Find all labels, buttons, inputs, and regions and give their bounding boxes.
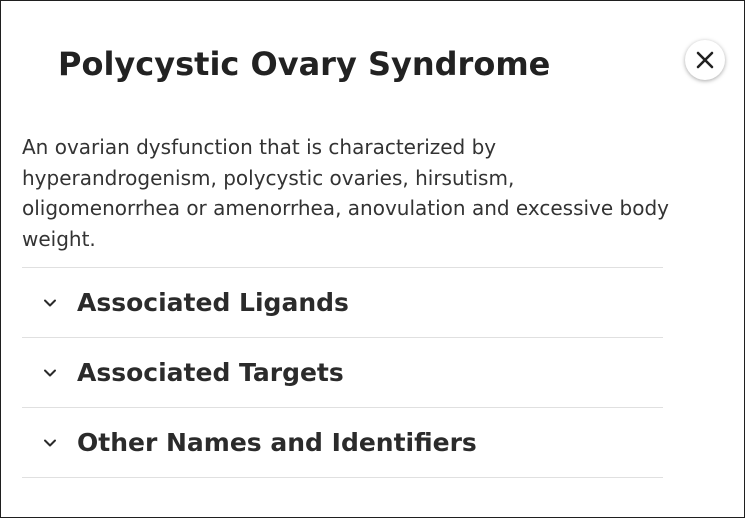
disease-description: An ovarian dysfunction that is character… (22, 135, 670, 251)
disease-details-dialog: Polycystic Ovary Syndrome An ovarian dys… (0, 0, 745, 518)
details-accordion: Associated Ligands Associated Targets Ot… (22, 267, 663, 478)
chevron-down-icon (42, 435, 58, 451)
accordion-item-label: Associated Targets (77, 358, 344, 387)
accordion-item-associated-targets[interactable]: Associated Targets (22, 338, 663, 408)
accordion-item-associated-ligands[interactable]: Associated Ligands (22, 268, 663, 338)
chevron-down-icon (42, 365, 58, 381)
dialog-title: Polycystic Ovary Syndrome (58, 45, 551, 83)
accordion-item-other-names-identifiers[interactable]: Other Names and Identifiers (22, 408, 663, 478)
close-icon (696, 51, 714, 69)
chevron-down-icon (42, 295, 58, 311)
close-button[interactable] (685, 40, 725, 80)
accordion-item-label: Associated Ligands (77, 288, 349, 317)
accordion-item-label: Other Names and Identifiers (77, 428, 477, 457)
